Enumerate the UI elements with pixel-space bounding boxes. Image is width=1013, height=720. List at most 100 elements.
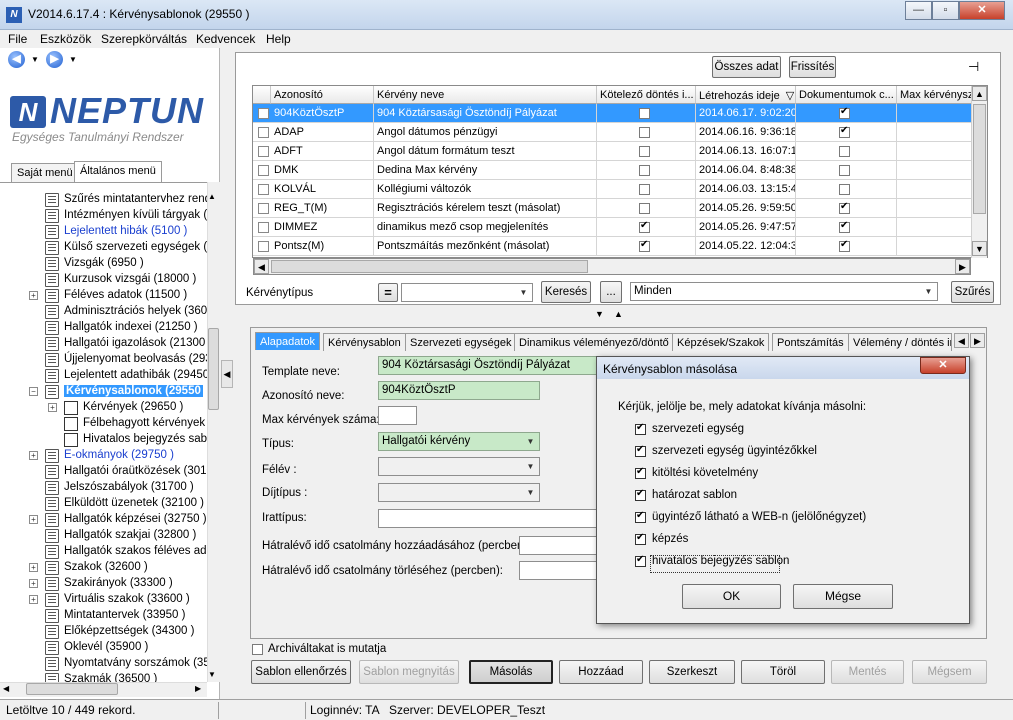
tab-kervenysablon[interactable]: Kérvénysablon <box>323 333 406 351</box>
template-neve-field[interactable]: 904 Köztársasági Ösztöndíj Pályázat <box>378 356 598 375</box>
szerkeszt-button[interactable]: Szerkeszt <box>649 660 735 684</box>
osszes-adat-button[interactable]: Összes adat <box>712 56 781 78</box>
expand-icon[interactable]: + <box>29 595 38 604</box>
dokumentumok-checkbox[interactable] <box>839 165 850 176</box>
splitter-up-icon[interactable]: ▲ <box>614 309 623 319</box>
copy-option-checkbox[interactable] <box>635 466 646 479</box>
tree-item[interactable]: Hallgatói óraütközések (3010 <box>0 464 207 480</box>
tree-item[interactable]: Oklevél (35900 ) <box>0 640 207 656</box>
menu-file[interactable]: File <box>8 32 27 46</box>
tabs-scroll-right-icon[interactable]: ▶ <box>970 333 985 348</box>
sablon-megnyitas-button[interactable]: Sablon megnyitás <box>359 660 459 684</box>
copy-option-checkbox[interactable] <box>635 444 646 457</box>
expand-icon[interactable]: + <box>48 403 57 412</box>
row-select-checkbox[interactable] <box>258 222 269 233</box>
row-select-checkbox[interactable] <box>258 203 269 214</box>
dialog-ok-button[interactable]: OK <box>682 584 781 609</box>
tree-item[interactable]: − Kérvénysablonok (29550 <box>0 384 207 400</box>
menu-kedvencek[interactable]: Kedvencek <box>196 32 255 46</box>
kervenytipus-select[interactable]: ▼ <box>401 283 533 302</box>
grid-vertical-scrollbar[interactable]: ▲ ▼ <box>971 86 987 258</box>
table-row[interactable]: 904KöztÖsztP 904 Köztársasági Ösztöndíj P… <box>253 104 977 123</box>
kotelezo-checkbox[interactable] <box>639 203 650 214</box>
row-select-checkbox[interactable] <box>258 127 269 138</box>
tree-item[interactable]: Elküldött üzenetek (32100 ) <box>0 496 207 512</box>
menu-eszkozok[interactable]: Eszközök <box>40 32 91 46</box>
tree-scroll-down-icon[interactable]: ▼ <box>208 670 216 679</box>
tree-item[interactable]: Lejelentett adathibák (29450 <box>0 368 207 384</box>
column-header[interactable]: Azonosító <box>271 86 374 104</box>
dialog-cancel-button[interactable]: Mégse <box>793 584 893 609</box>
grid-scroll-down-icon[interactable]: ▼ <box>972 241 987 256</box>
tipus-select[interactable]: Hallgatói kérvény ▼ <box>378 432 540 451</box>
tree-item[interactable]: Adminisztrációs helyek (3600 <box>0 304 207 320</box>
tree-item[interactable]: Mintatantervek (33950 ) <box>0 608 207 624</box>
tree-horizontal-thumb[interactable] <box>26 683 118 695</box>
forward-icon[interactable]: ▶ <box>46 51 63 68</box>
kotelezo-checkbox[interactable] <box>639 165 650 176</box>
kotelezo-checkbox[interactable] <box>639 127 650 138</box>
row-select-checkbox[interactable] <box>258 241 269 252</box>
copy-option-checkbox[interactable] <box>635 532 646 545</box>
tab-altalanos-menu[interactable]: Általános menü <box>74 161 162 182</box>
dokumentumok-checkbox[interactable] <box>839 184 850 195</box>
tree-item[interactable]: Hallgatói igazolások (21300 ) <box>0 336 207 352</box>
tab-dinamikus-velemenyezo[interactable]: Dinamikus véleményező/döntő <box>514 333 674 351</box>
megsem-button[interactable]: Mégsem <box>912 660 987 684</box>
tab-kepzesek-szakok[interactable]: Képzések/Szakok <box>672 333 770 351</box>
splitter-down-icon[interactable]: ▼ <box>595 309 604 319</box>
table-row[interactable]: REG_T(M) Regisztrációs kérelem teszt (más… <box>253 199 977 218</box>
tree-vertical-thumb[interactable] <box>208 328 219 410</box>
more-button[interactable]: ... <box>600 281 622 303</box>
dokumentumok-checkbox[interactable] <box>839 125 850 138</box>
tree-item[interactable]: Újjelenyomat beolvasás (29300 <box>0 352 207 368</box>
hatralevo-hozzaadas-field[interactable] <box>519 536 598 555</box>
tab-szervezeti-egysegek[interactable]: Szervezeti egységek <box>405 333 517 351</box>
tree-item[interactable]: Félbehagyott kérvények ( <box>0 416 207 432</box>
column-header[interactable]: Kérvény neve <box>374 86 597 104</box>
tab-sajat-menu[interactable]: Saját menü <box>11 163 79 182</box>
azonosito-field[interactable]: 904KöztÖsztP <box>378 381 540 400</box>
expand-icon[interactable]: + <box>29 563 38 572</box>
tabs-scroll-left-icon[interactable]: ◀ <box>954 333 969 348</box>
grid-horizontal-scrollbar[interactable]: ◀ ▶ <box>253 258 971 275</box>
dokumentumok-checkbox[interactable] <box>839 239 850 252</box>
grid-horizontal-thumb[interactable] <box>271 260 588 273</box>
table-row[interactable]: ADFT Angol dátum formátum teszt 2014.06.13… <box>253 142 977 161</box>
table-row[interactable]: Pontsz(M) Pontszmáítás mezőnként (másolat… <box>253 237 977 256</box>
row-select-checkbox[interactable] <box>258 108 269 119</box>
tree-item[interactable]: + Kérvények (29650 ) <box>0 400 207 416</box>
tree-vertical-scrollbar[interactable] <box>207 182 220 682</box>
table-row[interactable]: KOLVÁL Kollégiumi változók 2014.06.03. 13:… <box>253 180 977 199</box>
pin-icon[interactable]: ⊣ <box>968 59 979 75</box>
tab-velemeny-dontes[interactable]: Vélemény / döntés in <box>848 333 952 351</box>
grid-scroll-right-icon[interactable]: ▶ <box>955 259 970 274</box>
hatralevo-torles-field[interactable] <box>519 561 598 580</box>
kotelezo-checkbox[interactable] <box>639 184 650 195</box>
tree-item[interactable]: Szűrés mintatantervhez rende <box>0 192 207 208</box>
tree-scroll-right-icon[interactable]: ▶ <box>195 684 201 693</box>
hozzaad-button[interactable]: Hozzáad <box>559 660 643 684</box>
mentes-button[interactable]: Mentés <box>831 660 904 684</box>
row-select-checkbox[interactable] <box>258 146 269 157</box>
close-button[interactable]: ✕ <box>959 1 1005 20</box>
column-header[interactable]: Max kérvénysz <box>897 86 977 104</box>
tree-item[interactable]: Jelszószabályok (31700 ) <box>0 480 207 496</box>
irattipus-select[interactable] <box>378 509 598 528</box>
dijtipus-select[interactable]: ▼ <box>378 483 540 502</box>
tree-item[interactable]: + Féléves adatok (11500 ) <box>0 288 207 304</box>
felev-select[interactable]: ▼ <box>378 457 540 476</box>
tree-item[interactable]: Hallgatók szakjai (32800 ) <box>0 528 207 544</box>
kotelezo-checkbox[interactable] <box>639 146 650 157</box>
grid-vertical-thumb[interactable] <box>973 104 986 214</box>
operator-button[interactable]: = <box>378 283 398 302</box>
tree-item[interactable]: Vizsgák (6950 ) <box>0 256 207 272</box>
grid-scroll-up-icon[interactable]: ▲ <box>972 86 987 101</box>
tree-item[interactable]: + Szakok (32600 ) <box>0 560 207 576</box>
tree-item[interactable]: Kurzusok vizsgái (18000 ) <box>0 272 207 288</box>
collapse-panel-icon[interactable]: ◀ <box>221 360 233 388</box>
archival-checkbox[interactable] <box>252 644 263 655</box>
max-kervenyek-field[interactable] <box>378 406 417 425</box>
sablon-ellenorzes-button[interactable]: Sablon ellenőrzés <box>251 660 351 684</box>
tree-item[interactable]: Hallgatók indexei (21250 ) <box>0 320 207 336</box>
